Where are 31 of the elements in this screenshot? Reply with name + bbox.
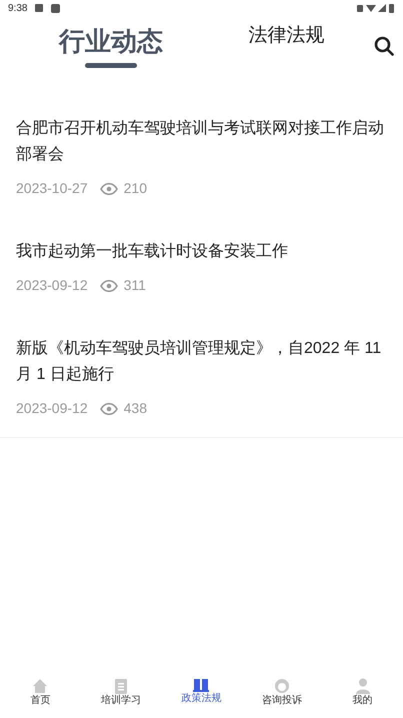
eye-icon bbox=[100, 402, 118, 414]
nav-item[interactable]: 咨询投诉 bbox=[247, 678, 318, 707]
eye-icon bbox=[100, 182, 118, 194]
person-icon bbox=[356, 678, 370, 694]
article-title: 合肥市召开机动车驾驶培训与考试联网对接工作启动部署会 bbox=[16, 118, 385, 165]
app-icon bbox=[51, 4, 60, 12]
clipboard-icon bbox=[114, 678, 128, 694]
house-icon bbox=[32, 678, 48, 694]
article-title: 新版《机动车驾驶员培训管理规定》，自2022 年 11 月 1 日起施行 bbox=[16, 338, 382, 385]
article-date: 2023-09-12 bbox=[16, 276, 88, 295]
nav-item[interactable]: 培训学习 bbox=[86, 678, 156, 707]
article-item[interactable]: 我市起动第一批车载计时设备安装工作 2023-09-12 311 bbox=[0, 217, 403, 314]
notification-icon bbox=[35, 4, 44, 12]
nav-item[interactable]: 政策法规 bbox=[166, 678, 236, 705]
tab[interactable]: 法律法规 bbox=[248, 22, 324, 68]
search-icon[interactable] bbox=[374, 36, 394, 56]
article-item[interactable]: 合肥市召开机动车驾驶培训与考试联网对接工作启动部署会 2023-10-27 210 bbox=[0, 94, 403, 217]
article-date: 2023-09-12 bbox=[16, 399, 88, 418]
nav-item[interactable]: 首页 bbox=[5, 678, 76, 707]
article-item[interactable]: 新版《机动车驾驶员培训管理规定》，自2022 年 11 月 1 日起施行 2023-09-12 438 bbox=[0, 314, 403, 437]
article-title: 我市起动第一批车载计时设备安装工作 bbox=[16, 242, 289, 262]
eye-icon bbox=[100, 280, 118, 292]
tab[interactable]: 行业动态 bbox=[58, 22, 163, 68]
view-count: 210 bbox=[124, 179, 147, 198]
view-count: 311 bbox=[124, 276, 146, 295]
view-count: 438 bbox=[124, 399, 147, 418]
article-date: 2023-10-27 bbox=[16, 179, 88, 198]
status-icons bbox=[357, 3, 395, 13]
book-icon bbox=[193, 678, 210, 692]
status-time: 9:38 bbox=[8, 2, 28, 16]
nav-item[interactable]: 我的 bbox=[328, 678, 398, 707]
